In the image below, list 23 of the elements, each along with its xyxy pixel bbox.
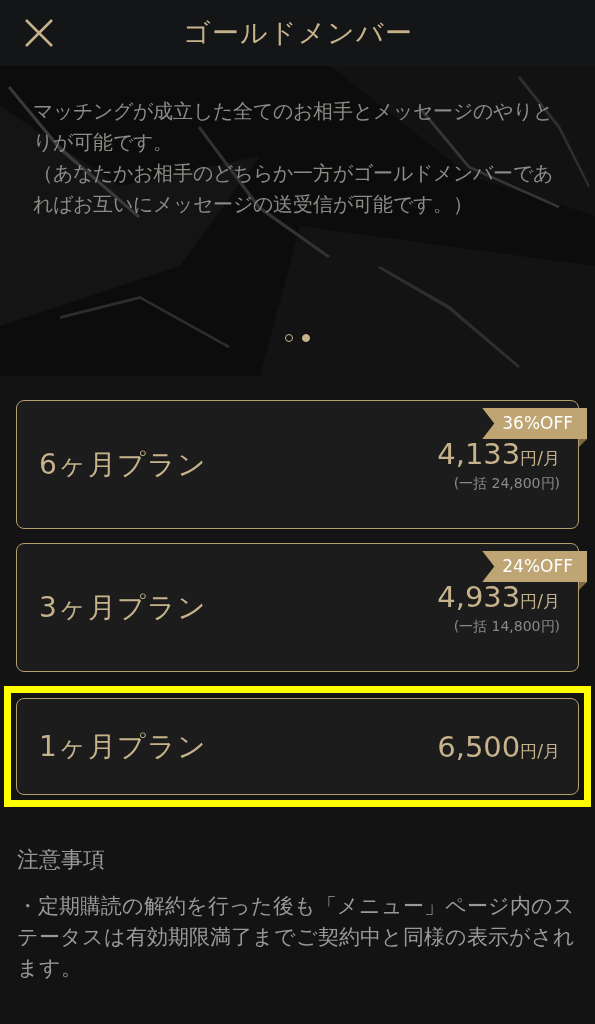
ribbon-fold-icon [579,439,587,447]
close-icon[interactable] [24,18,54,48]
notes-heading: 注意事項 [17,846,106,874]
ribbon-fold-icon [579,582,587,590]
description-text: マッチングが成立した全てのお相手とメッセージのやりとりが可能です。 [33,99,554,156]
price-unit: 円/月 [520,446,560,470]
discount-ribbon: 36%OFF [482,408,587,439]
plan-name: 1ヶ月プラン [39,728,207,765]
page-title: ゴールドメンバー [182,16,413,50]
discount-ribbon: 24%OFF [482,551,587,582]
description-text: （あなたかお相手のどちらか一方がゴールドメンバーであればお互いにメッセージの送受信が可能です。） [33,161,554,218]
plan-card[interactable]: 1ヶ月プラン 6,500円/月 [16,698,579,795]
plan-price: 4,933 [437,579,521,614]
bulk-price: (一括 14,800円) [453,617,560,636]
note-text: ・定期購読の解約を行った後も「メニュー」ページ内のステータスは有効期限満了までご契約中と同様の表示がされます。 [17,893,576,982]
plan-name: 3ヶ月プラン [39,589,207,626]
price-unit: 円/月 [520,739,560,763]
bulk-price: (一括 24,800円) [453,474,560,493]
plan-name: 6ヶ月プラン [39,446,207,483]
plan-price: 6,500 [437,729,521,764]
plan-price: 4,133 [437,436,521,471]
price-unit: 円/月 [520,589,560,613]
page-dot[interactable] [302,334,310,342]
